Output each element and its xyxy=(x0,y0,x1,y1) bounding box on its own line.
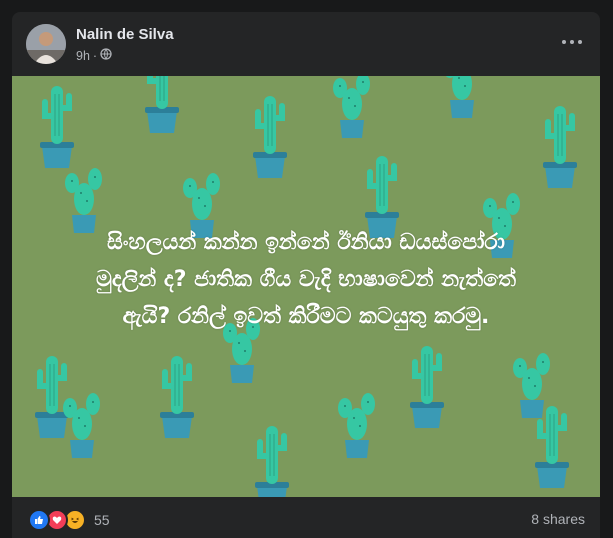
post-text: සිංහලයන් කන්න ඉන්නේ ඊනියා ඩයස්පෝරා මුදලි… xyxy=(32,224,580,335)
shares-count[interactable]: 8 shares xyxy=(531,511,585,527)
post-text-line: සිංහලයන් කන්න ඉන්නේ ඊනියා ඩයස්පෝරා xyxy=(107,230,505,255)
post-footer: 55 8 shares xyxy=(12,497,600,538)
post-text-line: මුදලින් ද? ජාතික ගීය වැදි භාෂාවෙන් නැත්ත… xyxy=(96,267,516,292)
reactions-summary[interactable]: 55 xyxy=(28,509,110,531)
author-avatar[interactable] xyxy=(26,24,66,64)
post-meta: 9h · xyxy=(76,48,112,63)
post-text-line: ඇයි? රනිල් ඉවත් කිරීමට කටයුතු කරමු. xyxy=(122,304,490,329)
like-icon xyxy=(28,509,50,531)
post-time[interactable]: 9h xyxy=(76,49,90,63)
author-name[interactable]: Nalin de Silva xyxy=(76,26,174,43)
reaction-count: 55 xyxy=(94,512,110,528)
post-card: Nalin de Silva 9h · සිංහලයන් කන්න ඉන්නේ … xyxy=(12,12,600,538)
more-options-icon[interactable] xyxy=(554,30,590,54)
post-header: Nalin de Silva 9h · xyxy=(12,12,600,76)
post-content[interactable]: සිංහලයන් කන්න ඉන්නේ ඊනියා ඩයස්පෝරා මුදලි… xyxy=(12,76,600,497)
globe-icon[interactable] xyxy=(100,48,112,63)
meta-separator: · xyxy=(92,48,98,63)
